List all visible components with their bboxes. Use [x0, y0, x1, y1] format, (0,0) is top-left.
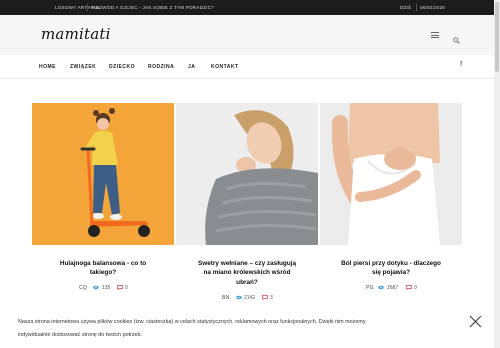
views-count: 2142 — [244, 295, 256, 301]
topbar-divider — [416, 4, 417, 11]
date-label: DZIŚ — [400, 5, 412, 10]
views-count: 135 — [102, 285, 111, 291]
nav-item-kontakt[interactable]: KONTAKT — [211, 55, 239, 79]
author-initials[interactable]: BN — [222, 295, 230, 301]
comments-icon — [117, 285, 123, 292]
scrollbar-thumb[interactable] — [495, 2, 499, 72]
author-initials[interactable]: CQ — [79, 285, 87, 291]
comments-count: 0 — [125, 285, 128, 291]
card-meta: PG 2687 0 — [366, 285, 426, 293]
main-nav: HOME ZWIĄZEK DZIECKO RODZINA JA KONTAKT … — [0, 55, 500, 79]
site-header: mamitati — [0, 15, 500, 55]
card-title[interactable]: Ból piersi przy dotyku - dlaczego się po… — [320, 259, 462, 278]
top-bar: LOSOWY ARTYKUŁ ROZWÓD A OJCIEC - JAK SOB… — [0, 0, 500, 15]
author-initials[interactable]: PG — [366, 285, 374, 291]
comments-count: 3 — [270, 295, 273, 301]
card-image[interactable] — [320, 103, 462, 245]
topbar-divider — [87, 4, 88, 11]
comments-icon — [406, 285, 412, 292]
nav-item-rodzina[interactable]: RODZINA — [148, 55, 174, 79]
random-article-link[interactable]: ROZWÓD A OJCIEC - JAK SOBIE Z TYM PORADZ… — [92, 0, 214, 15]
cookie-text: indywidualnie dostosować stronę do twoic… — [18, 332, 143, 338]
nav-item-ja[interactable]: JA — [188, 55, 195, 79]
page-scrollbar[interactable] — [494, 0, 500, 348]
card-meta: CQ 135 0 — [79, 285, 139, 293]
close-icon[interactable] — [469, 315, 482, 328]
card-title[interactable]: Hulajnoga balansowa - co to takiego? — [32, 259, 174, 278]
comments-icon — [262, 295, 268, 302]
hamburger-icon[interactable] — [431, 32, 439, 38]
nav-item-zwiazek[interactable]: ZWIĄZEK — [70, 55, 96, 79]
views-count: 2687 — [387, 285, 399, 291]
views-icon — [93, 285, 99, 292]
facebook-icon[interactable]: f — [460, 61, 462, 68]
card-meta: BN 2142 3 — [222, 295, 282, 303]
nav-item-home[interactable]: HOME — [39, 55, 56, 79]
search-icon[interactable] — [453, 31, 460, 44]
card-image[interactable] — [176, 103, 318, 245]
views-icon — [236, 295, 242, 302]
cookie-banner: Nasza strona internetowa używa plików co… — [0, 313, 500, 348]
card-image[interactable] — [32, 103, 174, 245]
views-icon — [378, 285, 384, 292]
nav-item-dziecko[interactable]: DZIECKO — [109, 55, 135, 79]
cookie-text: Nasza strona internetowa używa plików co… — [18, 319, 366, 325]
date-value: 06/02/2026 — [420, 5, 445, 10]
card-title[interactable]: Swetry wełniane – czy zasługują na miano… — [176, 259, 318, 287]
site-logo[interactable]: mamitati — [41, 25, 111, 43]
comments-count: 0 — [414, 285, 417, 291]
